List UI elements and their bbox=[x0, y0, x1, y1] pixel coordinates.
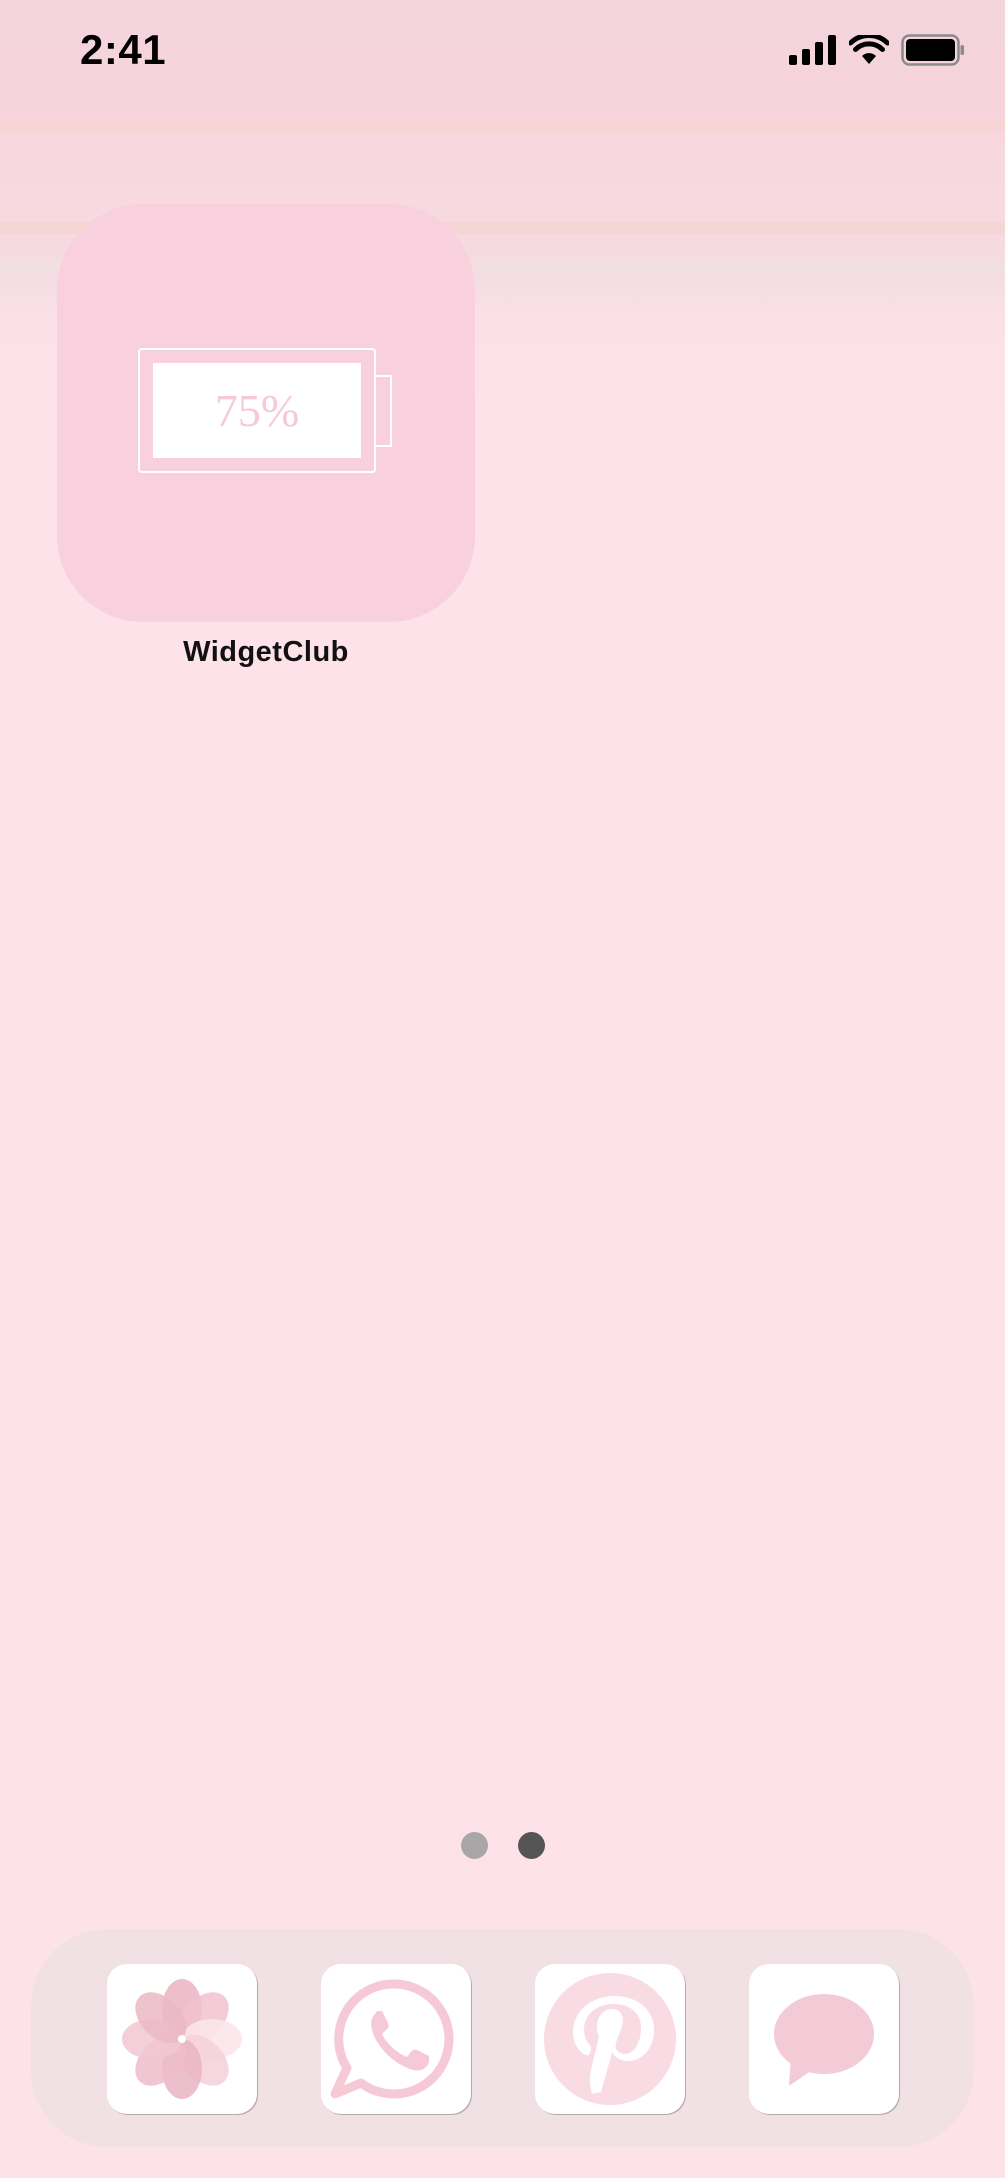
widget-app-label: WidgetClub bbox=[183, 636, 349, 668]
battery-level-fill: 75% bbox=[153, 363, 361, 458]
battery-cap bbox=[376, 375, 392, 447]
page-dot-1[interactable] bbox=[460, 1832, 488, 1859]
whatsapp-icon bbox=[330, 1979, 454, 2099]
dock-app-pinterest[interactable] bbox=[535, 1964, 685, 2114]
widgetclub-battery-widget[interactable]: 75% bbox=[57, 204, 475, 622]
status-time: 2:41 bbox=[80, 26, 167, 73]
dock-app-photos[interactable] bbox=[107, 1964, 257, 2114]
battery-percent-text: 75% bbox=[214, 385, 300, 436]
battery-outline-icon: 75% bbox=[138, 348, 376, 473]
dock-app-messages[interactable] bbox=[749, 1964, 899, 2114]
dock-app-whatsapp[interactable] bbox=[321, 1964, 471, 2114]
messages-bubble-icon bbox=[774, 1994, 874, 2086]
page-dot-2[interactable] bbox=[517, 1832, 545, 1859]
cellular-signal-icon bbox=[789, 35, 836, 65]
battery-icon bbox=[901, 34, 964, 66]
status-bar: 2:41 bbox=[0, 0, 1005, 100]
page-indicator[interactable] bbox=[0, 1832, 1005, 1859]
wifi-icon bbox=[849, 35, 889, 64]
photos-flower-icon bbox=[122, 1979, 242, 2099]
pinterest-icon bbox=[544, 1973, 676, 2105]
dock bbox=[31, 1929, 974, 2147]
status-icons bbox=[789, 34, 965, 66]
